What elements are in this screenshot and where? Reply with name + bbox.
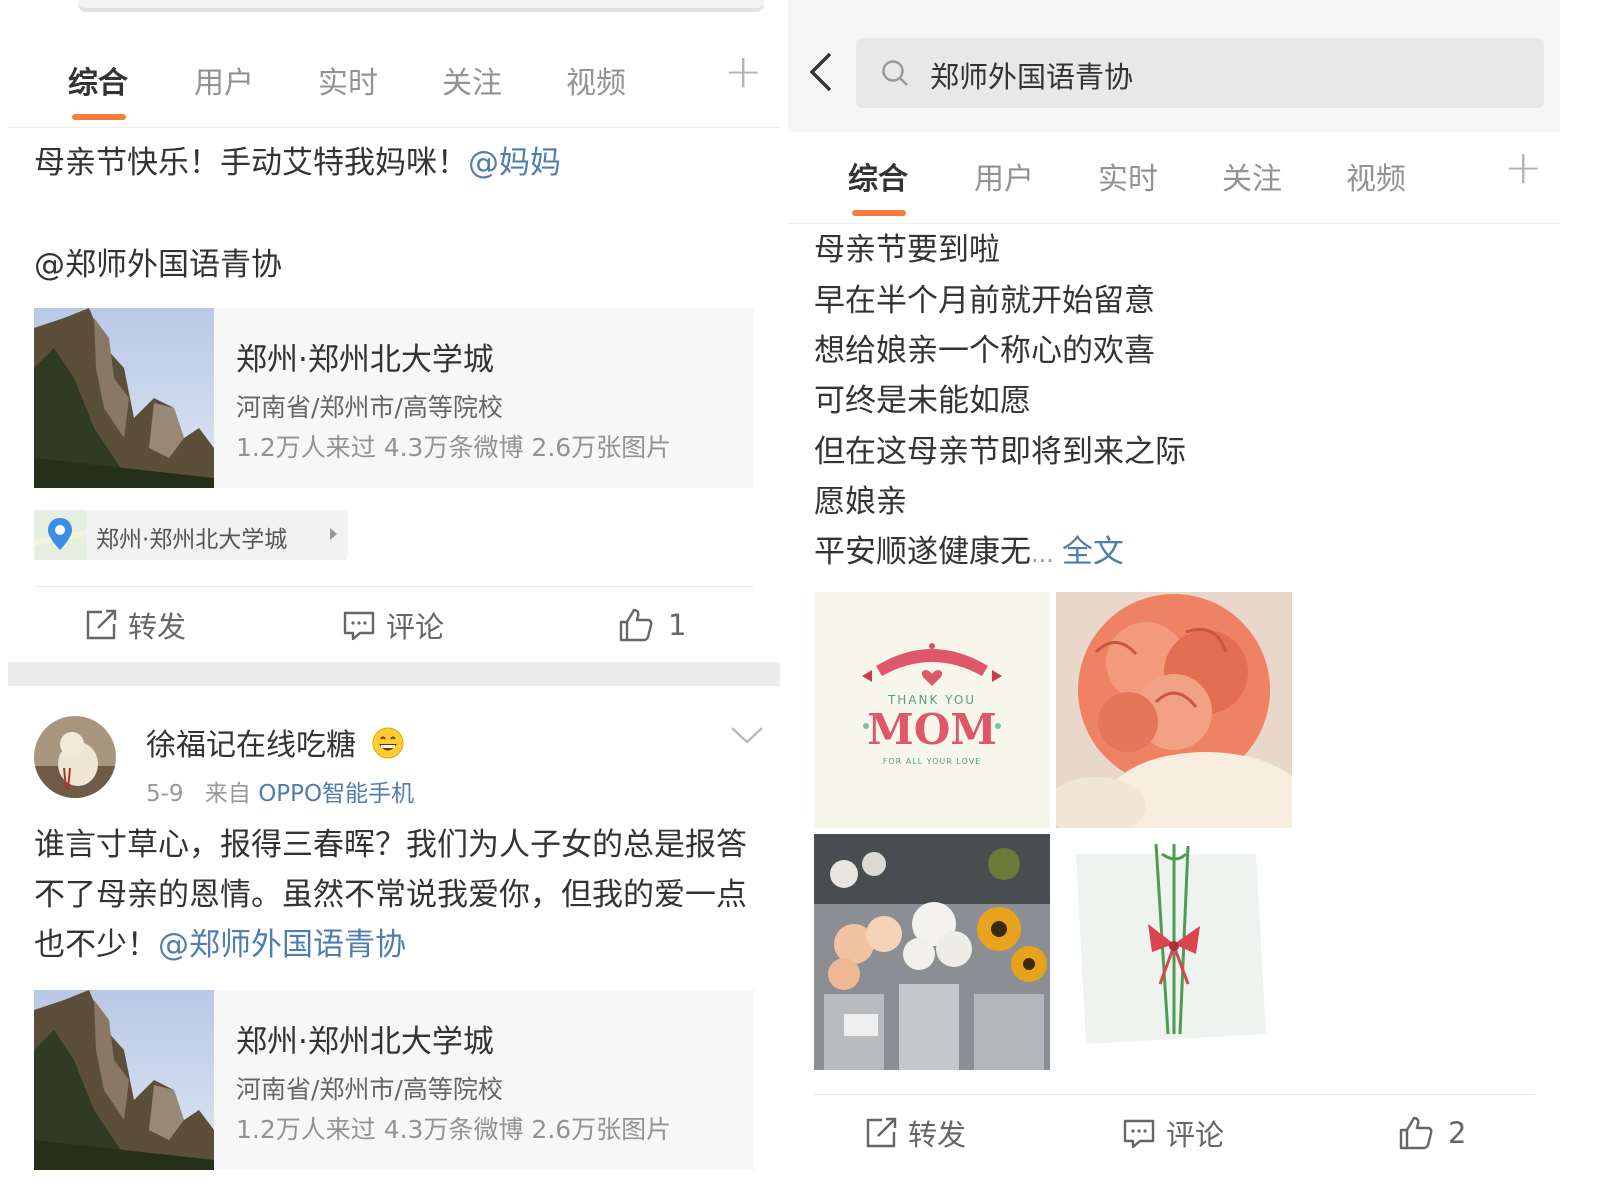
- comment-button[interactable]: 评论: [342, 605, 444, 645]
- comment-label: 评论: [386, 610, 445, 644]
- full-text-link[interactable]: 全文: [1062, 534, 1124, 570]
- tab-comprehensive[interactable]: 综合: [68, 58, 128, 102]
- mention-link[interactable]: @郑师外国语青协: [34, 240, 282, 290]
- search-box-edge: [78, 0, 764, 12]
- chevron-right-icon: [330, 528, 337, 540]
- repost-label: 转发: [908, 1118, 967, 1152]
- thumbs-up-icon: [1398, 1115, 1434, 1151]
- chevron-down-icon[interactable]: [730, 722, 764, 750]
- location-card[interactable]: 郑州·郑州北大学城 河南省/郑州市/高等院校 1.2万人来过 4.3万条微博 2…: [34, 308, 754, 488]
- device-suffix: 智能手机: [322, 781, 415, 807]
- active-tab-indicator: [72, 114, 126, 120]
- tab-bar: 综合 用户 实时 关注 视频 +: [788, 132, 1560, 224]
- tab-realtime[interactable]: 实时: [318, 58, 378, 102]
- like-button[interactable]: 1: [618, 605, 686, 645]
- image-carnation[interactable]: [1056, 592, 1292, 828]
- card-mom: MOM: [867, 705, 997, 754]
- location-stats: 1.2万人来过 4.3万条微博 2.6万张图片: [236, 433, 672, 462]
- feed-divider: [8, 662, 780, 686]
- username[interactable]: 徐福记在线吃糖: [146, 720, 404, 767]
- repost-button[interactable]: 转发: [84, 605, 186, 645]
- text-line: 但在这母亲节即将到来之际: [814, 434, 1186, 470]
- search-header: 郑师外国语青协: [788, 0, 1560, 132]
- add-tab-button[interactable]: +: [724, 44, 763, 98]
- grinning-emoji-icon: [372, 727, 404, 767]
- location-thumbnail: [34, 990, 214, 1170]
- avatar[interactable]: [34, 716, 116, 798]
- tab-video[interactable]: 视频: [566, 58, 626, 102]
- map-pin-icon: [34, 510, 86, 560]
- thumbs-up-icon: [618, 607, 654, 643]
- comment-label: 评论: [1166, 1118, 1225, 1152]
- text-line-last: 平安顺遂健康无: [814, 534, 1031, 570]
- location-address: 河南省/郑州市/高等院校: [236, 1075, 503, 1104]
- tab-video[interactable]: 视频: [1346, 154, 1406, 198]
- active-tab-indicator: [852, 210, 906, 216]
- add-tab-button[interactable]: +: [1504, 140, 1543, 194]
- right-screen: 郑师外国语青协 综合 用户 实时 关注 视频 + 母亲节要到啦 早在半个月前就开…: [788, 0, 1560, 1200]
- text-line: 早在半个月前就开始留意: [814, 283, 1155, 319]
- back-arrow-icon[interactable]: [806, 50, 836, 98]
- text-line: 可终是未能如愿: [814, 383, 1031, 419]
- card-for-all: FOR ALL YOUR LOVE: [883, 757, 982, 766]
- image-carnation-sketch[interactable]: [1056, 834, 1292, 1070]
- text-line: 母亲节要到啦: [814, 232, 1000, 268]
- location-chip[interactable]: 郑州·郑州北大学城: [34, 510, 348, 560]
- post-text: 谁言寸草心，报得三春晖？我们为人子女的总是报答不了母亲的恩情。虽然不常说我爱你，…: [34, 820, 760, 970]
- device-source[interactable]: OPPO智能手机: [258, 781, 414, 807]
- source-prefix: 来自: [204, 781, 251, 807]
- action-bar: 转发 评论 2: [814, 1094, 1534, 1166]
- left-screen: 综合 用户 实时 关注 视频 + 母亲节快乐！手动艾特我妈咪！@妈妈 @郑师外国…: [8, 0, 780, 1200]
- tab-following[interactable]: 关注: [1222, 154, 1282, 198]
- location-address: 河南省/郑州市/高等院校: [236, 393, 503, 422]
- ellipsis: ...: [1031, 540, 1054, 568]
- like-count: 1: [668, 608, 687, 642]
- tab-users[interactable]: 用户: [194, 58, 254, 102]
- search-query: 郑师外国语青协: [930, 60, 1134, 94]
- location-stats: 1.2万人来过 4.3万条微博 2.6万张图片: [236, 1115, 672, 1144]
- repost-icon: [864, 1116, 898, 1150]
- text-line: 平安顺遂健康无... 全文: [814, 526, 1124, 571]
- image-thank-you-mom[interactable]: THANK YOU MOM FOR ALL YOUR LOVE: [814, 592, 1050, 828]
- device-brand: OPPO: [258, 781, 323, 807]
- repost-icon: [84, 608, 118, 642]
- mention-link[interactable]: @妈妈: [468, 145, 561, 181]
- comment-button[interactable]: 评论: [1122, 1113, 1224, 1153]
- tab-realtime[interactable]: 实时: [1098, 154, 1158, 198]
- comment-icon: [1122, 1116, 1156, 1150]
- tab-comprehensive[interactable]: 综合: [848, 154, 908, 198]
- location-name: 郑州·郑州北大学城: [236, 1024, 494, 1060]
- post-date: 5-9: [146, 781, 184, 807]
- post-meta: 5-9 来自 OPPO智能手机: [146, 774, 414, 808]
- location-chip-label: 郑州·郑州北大学城: [96, 527, 288, 553]
- location-thumbnail: [34, 308, 214, 488]
- comment-icon: [342, 608, 376, 642]
- action-bar: 转发 评论 1: [34, 586, 754, 658]
- post-body: 母亲节快乐！手动艾特我妈咪！: [34, 145, 468, 181]
- tab-users[interactable]: 用户: [974, 154, 1034, 198]
- repost-button[interactable]: 转发: [864, 1113, 966, 1153]
- tab-following[interactable]: 关注: [442, 58, 502, 102]
- post-text: 母亲节快乐！手动艾特我妈咪！@妈妈: [34, 138, 561, 188]
- username-text: 徐福记在线吃糖: [146, 728, 356, 763]
- image-flower-bouquets[interactable]: [814, 834, 1050, 1070]
- mention-link[interactable]: @郑师外国语青协: [158, 927, 406, 963]
- location-card[interactable]: 郑州·郑州北大学城 河南省/郑州市/高等院校 1.2万人来过 4.3万条微博 2…: [34, 990, 754, 1170]
- like-count: 2: [1448, 1116, 1467, 1150]
- text-line: 愿娘亲: [814, 484, 907, 520]
- search-input[interactable]: 郑师外国语青协: [856, 38, 1544, 108]
- text-line: 想给娘亲一个称心的欢喜: [814, 333, 1155, 369]
- tab-bar: 综合 用户 实时 关注 视频 +: [8, 36, 780, 128]
- repost-label: 转发: [128, 610, 187, 644]
- like-button[interactable]: 2: [1398, 1113, 1466, 1153]
- location-name: 郑州·郑州北大学城: [236, 342, 494, 378]
- search-icon: [880, 58, 910, 92]
